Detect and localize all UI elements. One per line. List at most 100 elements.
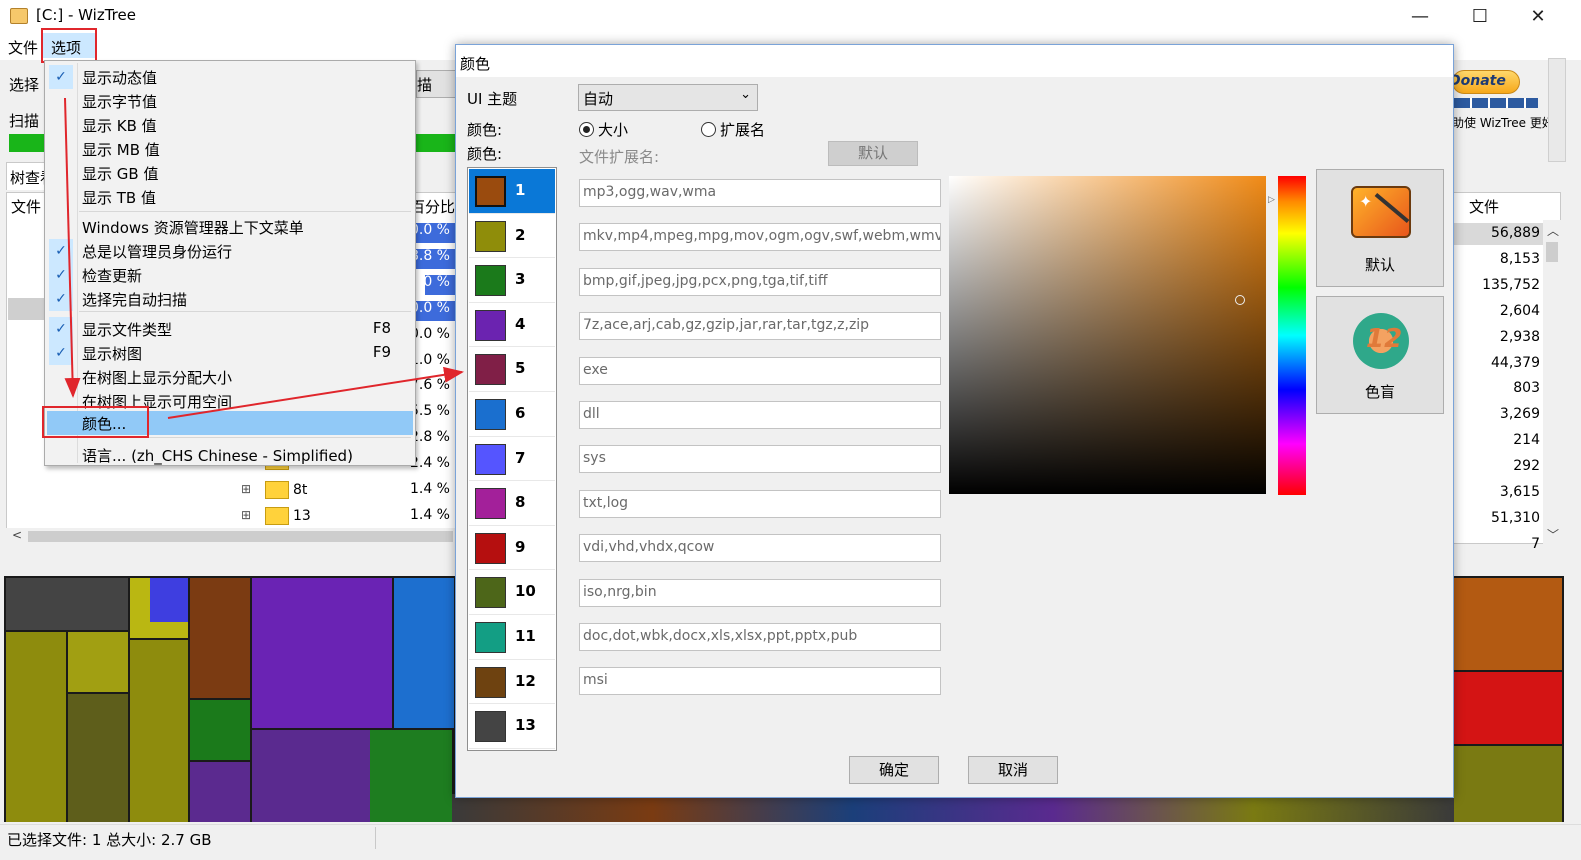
close-button[interactable]: ✕	[1515, 0, 1561, 32]
extension-input[interactable]: iso,nrg,bin	[579, 578, 941, 607]
horizontal-scrollbar[interactable]: <	[6, 528, 456, 545]
folder-name[interactable]: 13	[293, 508, 311, 524]
extension-input[interactable]: bmp,gif,jpeg,jpg,pcx,png,tga,tif,tiff	[579, 267, 941, 296]
swatch-row[interactable]: 8	[469, 481, 555, 526]
swatch-row[interactable]: 4	[469, 303, 555, 348]
swatch-row[interactable]: 12	[469, 660, 555, 705]
menu-item-6[interactable]: 显示 TB 值	[47, 185, 413, 209]
scan-button[interactable]: 描	[416, 70, 456, 98]
picker-cursor[interactable]	[1235, 295, 1245, 305]
menu-item-5[interactable]: 显示 GB 值	[47, 161, 413, 185]
color-swatch[interactable]	[475, 220, 506, 252]
extension-input[interactable]: exe	[579, 356, 941, 385]
ui-theme-select[interactable]: 自动 ⌄	[578, 84, 758, 111]
scan-button-label: 描	[417, 76, 433, 94]
swatch-row[interactable]: 9	[469, 526, 555, 571]
scroll-down-icon[interactable]: ﹀	[1547, 526, 1559, 543]
expand-icon[interactable]: ⊞	[241, 482, 251, 496]
extension-input[interactable]: msi	[579, 667, 941, 696]
menu-item-1[interactable]: ✓ 显示动态值	[47, 65, 413, 89]
color-swatch[interactable]	[475, 443, 506, 475]
extension-input[interactable]: sys	[579, 445, 941, 474]
extension-input[interactable]: dll	[579, 401, 941, 429]
radio-size-label[interactable]: 大小	[598, 119, 628, 140]
color-swatch[interactable]	[475, 399, 506, 430]
color-swatch[interactable]	[475, 176, 506, 207]
files-count-cell: 2,604	[1499, 302, 1540, 319]
swatch-row[interactable]: 3	[469, 258, 555, 303]
scroll-up-icon[interactable]: ︿	[1547, 222, 1559, 239]
menu-file[interactable]: 文件	[8, 37, 38, 58]
colorblind-label: 色盲	[1364, 383, 1395, 401]
colorblind-button[interactable]: 12 色盲	[1316, 296, 1444, 414]
files-count-cell: 214	[1513, 432, 1540, 449]
swatch-row[interactable]: 11	[469, 615, 555, 660]
column-header-files[interactable]: 文件	[1454, 196, 1514, 220]
radio-extension-label[interactable]: 扩展名	[720, 119, 765, 140]
hue-marker-icon[interactable]: ▷	[1268, 195, 1275, 205]
swatch-row[interactable]: 7	[469, 437, 555, 482]
menu-item-13[interactable]: 在树图上显示分配大小	[47, 365, 413, 389]
saturation-value-picker[interactable]	[949, 176, 1266, 494]
extension-input[interactable]: 7z,ace,arj,cab,gz,gzip,jar,rar,tar,tgz,z…	[579, 312, 941, 341]
hue-slider[interactable]	[1278, 176, 1306, 495]
extension-input[interactable]: mp3,ogg,wav,wma	[579, 179, 941, 207]
menu-item-9[interactable]: ✓ 检查更新	[47, 263, 413, 287]
treemap-block	[68, 694, 128, 822]
menu-item-10[interactable]: ✓ 选择完自动扫描	[47, 287, 413, 311]
colorblind-badge: 12	[1366, 324, 1403, 354]
menu-item-7[interactable]: Windows 资源管理器上下文菜单	[47, 215, 413, 239]
extension-input[interactable]: doc,dot,wbk,docx,xls,xlsx,ppt,pptx,pub	[579, 623, 941, 651]
checkmark-icon: ✓	[49, 287, 73, 311]
default-colors-button[interactable]: ✦ 默认	[1316, 169, 1444, 287]
swatch-number: 6	[515, 404, 526, 422]
horizontal-scroll-thumb[interactable]	[28, 531, 453, 542]
extension-input[interactable]: mkv,mp4,mpeg,mpg,mov,ogm,ogv,swf,webm,wm…	[579, 223, 941, 252]
extension-input[interactable]: txt,log	[579, 489, 941, 518]
default-small-button[interactable]: 默认	[828, 141, 918, 166]
scroll-left-icon[interactable]: <	[12, 528, 22, 542]
swatch-row[interactable]: 13	[469, 704, 555, 749]
swatch-number: 3	[515, 270, 526, 289]
column-header-percent[interactable]: 百分比	[410, 196, 456, 220]
color-swatch[interactable]	[475, 666, 506, 698]
radio-extension[interactable]	[701, 122, 716, 137]
menu-item-2[interactable]: 显示字节值	[47, 89, 413, 113]
maximize-button[interactable]: ☐	[1457, 0, 1503, 32]
color-swatch[interactable]	[475, 354, 506, 386]
swatch-row[interactable]: 6	[469, 392, 555, 437]
percent-cell: 1.4 %	[396, 507, 456, 529]
folder-name[interactable]: 8t	[293, 482, 307, 498]
vertical-scroll-thumb[interactable]	[1546, 242, 1558, 262]
menu-item-12[interactable]: ✓ 显示树图 F9	[47, 341, 413, 365]
radio-size[interactable]	[579, 122, 594, 137]
ok-button[interactable]: 确定	[849, 756, 939, 784]
color-swatch[interactable]	[475, 309, 506, 341]
swatch-row[interactable]: 10	[469, 570, 555, 616]
color-swatch[interactable]	[475, 622, 506, 653]
color-swatch[interactable]	[475, 265, 506, 297]
menu-item-shortcut: F9	[372, 343, 391, 361]
cancel-button[interactable]: 取消	[968, 756, 1058, 784]
swatch-row[interactable]: 1	[469, 169, 555, 214]
column-header-file[interactable]: 文件	[11, 196, 43, 220]
menu-item-16[interactable]: 语言... (zh_CHS Chinese - Simplified)	[47, 443, 413, 467]
annotation-box-colors	[42, 406, 149, 438]
color-swatch[interactable]	[475, 577, 506, 609]
swatch-row[interactable]: 2	[469, 214, 555, 259]
toolbar-scroll[interactable]	[1548, 58, 1566, 162]
menu-item-8[interactable]: ✓ 总是以管理员身份运行	[47, 239, 413, 263]
vertical-scrollbar[interactable]: ︿ ﹀	[1543, 220, 1561, 544]
menu-item-11[interactable]: ✓ 显示文件类型 F8	[47, 317, 413, 341]
menu-item-3[interactable]: 显示 KB 值	[47, 113, 413, 137]
color-swatch[interactable]	[475, 532, 506, 564]
minimize-button[interactable]: —	[1397, 0, 1443, 32]
expand-icon[interactable]: ⊞	[241, 508, 251, 522]
color-swatch[interactable]	[475, 711, 506, 743]
color-swatch[interactable]	[475, 488, 506, 520]
swatch-list[interactable]: 1 2 3 4 5 6 7 8 9 10 11 12 13	[467, 167, 557, 751]
extension-input[interactable]: vdi,vhd,vhdx,qcow	[579, 534, 941, 563]
menu-item-4[interactable]: 显示 MB 值	[47, 137, 413, 161]
swatch-row[interactable]: 5	[469, 347, 555, 393]
donate-button[interactable]: Donate	[1449, 70, 1520, 94]
